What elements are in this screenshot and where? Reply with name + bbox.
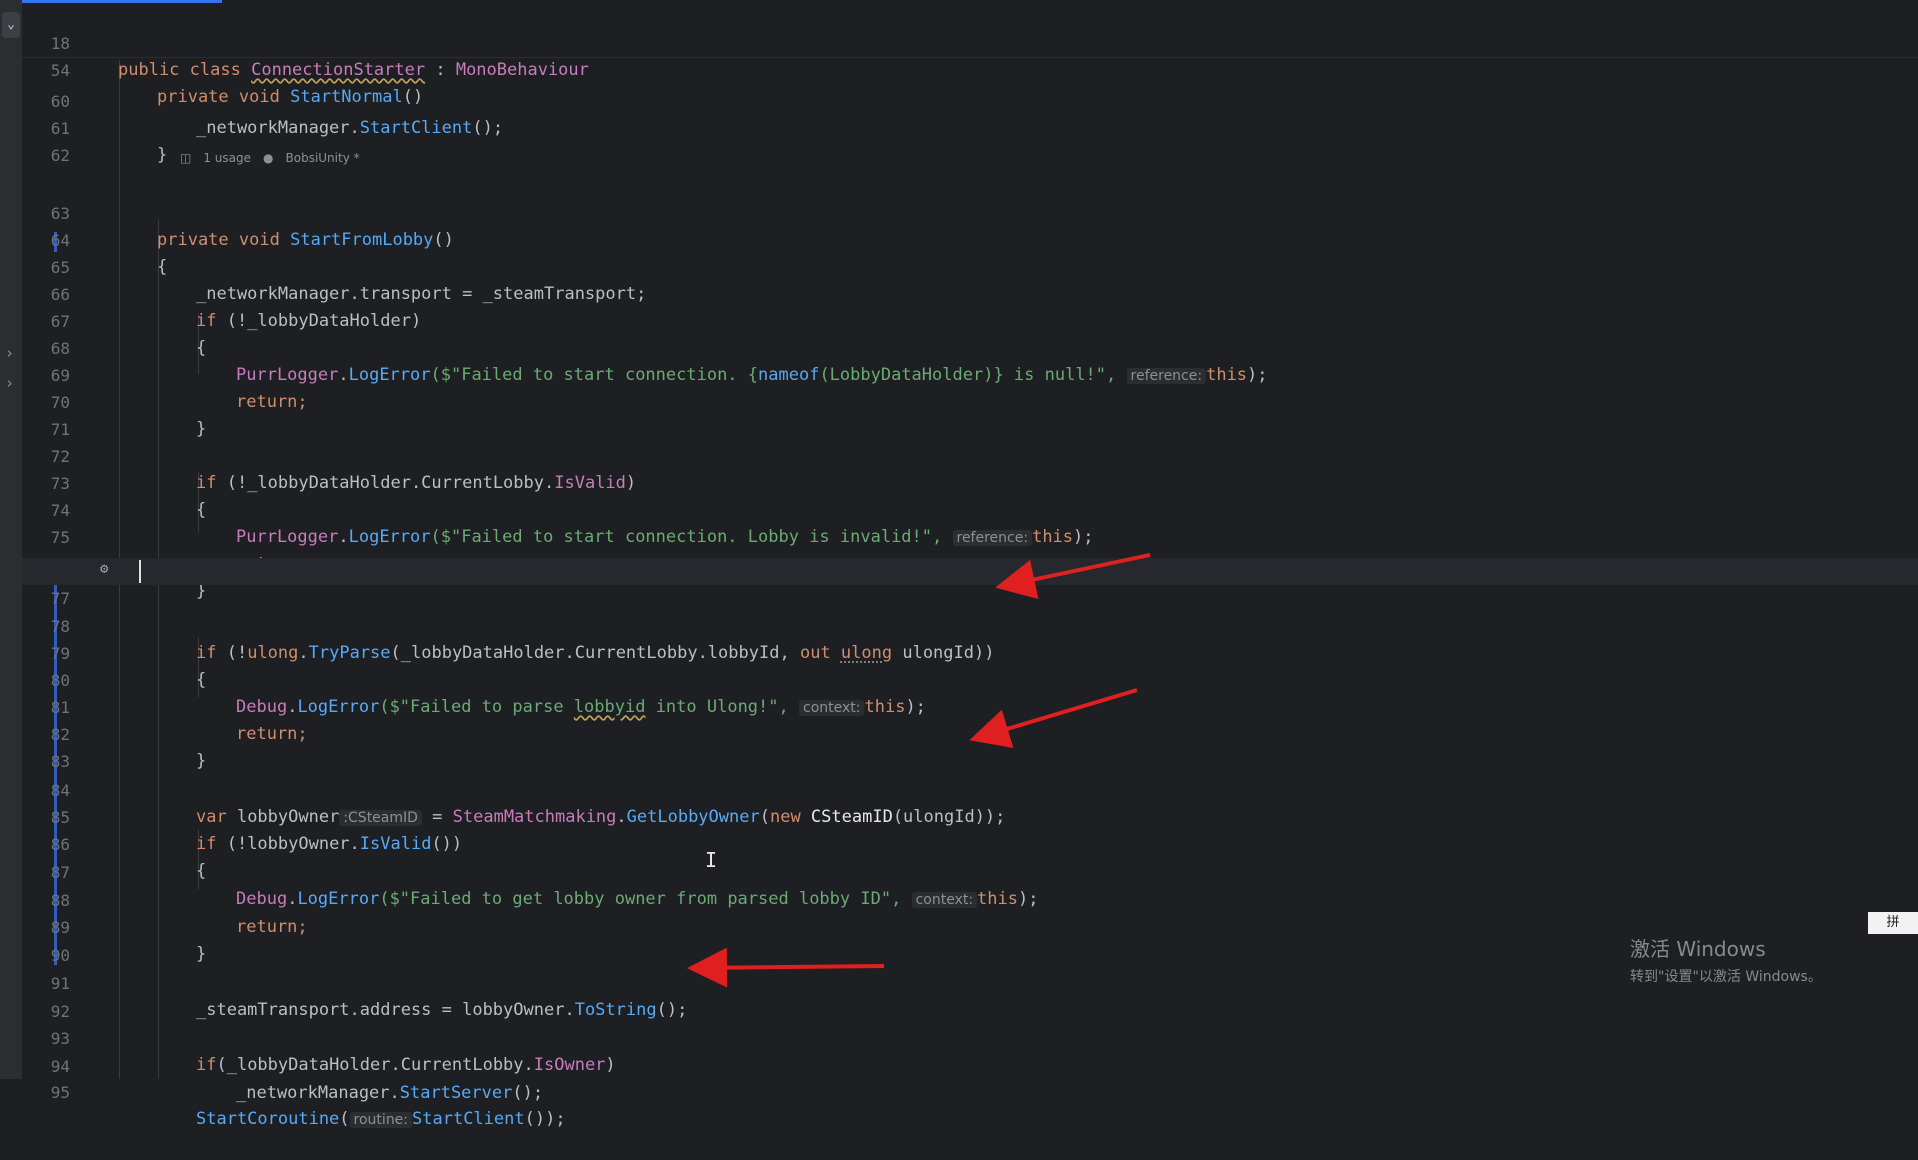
code-line[interactable]: 85 if (!lobbyOwner.IsValid()) — [22, 777, 1918, 854]
class-name[interactable]: ConnectionStarter — [251, 60, 425, 80]
code-line[interactable]: 79 { — [22, 613, 1918, 690]
code-line[interactable]: 66 if (!_lobbyDataHolder) — [22, 254, 1918, 331]
line-number: 62 — [50, 146, 70, 165]
code-line[interactable]: 82 } — [22, 694, 1918, 771]
code-line[interactable]: 93 if(_lobbyDataHolder.CurrentLobby.IsOw… — [22, 998, 1918, 1075]
code-line[interactable]: 54 private void StartNormal() — [22, 30, 1918, 107]
code-editor[interactable]: 18 public class ConnectionStarter : Mono… — [22, 0, 1918, 1129]
text-cursor-icon: I — [705, 848, 718, 872]
code-line[interactable]: 68 PurrLogger.LogError($"Failed to start… — [22, 308, 1918, 385]
code-text: } — [157, 145, 168, 165]
code-line[interactable]: 86 { — [22, 804, 1918, 881]
punctuation: () — [402, 87, 424, 107]
lightbulb-icon[interactable]: ⚙ — [100, 561, 108, 577]
code-text: ( — [339, 1109, 350, 1129]
line-number: 95 — [50, 1083, 70, 1102]
code-text: ()); — [524, 1109, 566, 1129]
code-line[interactable]: 84 var lobbyOwner:CSteamID = SteamMatchm… — [22, 750, 1918, 827]
code-line[interactable]: 64 { — [22, 200, 1918, 277]
code-line[interactable]: 83 — [22, 721, 1918, 771]
code-line[interactable]: 71 — [22, 389, 1918, 439]
keyword: public — [118, 60, 180, 80]
code-line[interactable]: 67 { — [22, 281, 1918, 358]
code-line-current[interactable]: 77 — [22, 558, 1918, 608]
method-call[interactable]: StartServer — [400, 1083, 513, 1103]
code-line[interactable]: 62 — [22, 115, 1918, 165]
code-line[interactable]: 81 return; — [22, 667, 1918, 744]
punctuation: : — [425, 60, 456, 80]
code-line[interactable]: 75 return; — [22, 497, 1918, 574]
sticky-scope-header[interactable]: 18 public class ConnectionStarter : Mono… — [22, 3, 1918, 107]
code-text: (); — [512, 1083, 544, 1103]
code-line[interactable]: 63 private void StartFromLobby() — [22, 173, 1918, 250]
method-call[interactable]: StartCoroutine — [196, 1109, 339, 1129]
code-line[interactable]: 74 PurrLogger.LogError($"Failed to start… — [22, 470, 1918, 547]
code-line[interactable]: 95 StartCoroutine(routine: StartClient())… — [22, 1052, 1918, 1129]
code-line[interactable]: 88 return; — [22, 860, 1918, 937]
left-tool-strip — [0, 0, 22, 1079]
windows-activation-watermark: 激活 Windows 转到"设置"以激活 Windows。 — [1630, 933, 1822, 986]
method-call[interactable]: StartClient — [412, 1109, 525, 1129]
code-line[interactable]: 76 } — [22, 524, 1918, 601]
watermark-subtitle: 转到"设置"以激活 Windows。 — [1630, 969, 1822, 985]
code-line[interactable]: 73 { — [22, 443, 1918, 520]
usage-icon: ◫ — [180, 151, 192, 165]
code-text: _networkManager. — [236, 1083, 400, 1103]
code-line[interactable]: 65 _networkManager.transport = _steamTra… — [22, 227, 1918, 304]
keyword: void — [238, 87, 280, 107]
usage-count[interactable]: 1 usage — [203, 151, 251, 165]
code-vision-hints[interactable]: ◫ 1 usage ● BobsiUnity * — [180, 148, 372, 168]
chevron-right-icon[interactable]: › — [5, 346, 14, 361]
author-icon: ● — [263, 151, 274, 165]
code-line[interactable]: 94 _networkManager.StartServer(); — [22, 1026, 1918, 1103]
parameter-hint: routine: — [349, 1112, 413, 1128]
code-line[interactable]: 89 } — [22, 887, 1918, 964]
code-line[interactable]: 87 Debug.LogError($"Failed to get lobby … — [22, 832, 1918, 909]
method-name[interactable]: StartNormal — [290, 87, 403, 107]
text-caret — [139, 560, 141, 583]
code-line[interactable]: 72 if (!_lobbyDataHolder.CurrentLobby.Is… — [22, 416, 1918, 493]
base-class-name[interactable]: MonoBehaviour — [456, 60, 589, 80]
line-number: 54 — [50, 61, 70, 80]
chevron-down-icon[interactable]: ⌄ — [2, 12, 20, 38]
code-line[interactable]: 18 public class ConnectionStarter : Mono… — [22, 3, 1918, 80]
author-name[interactable]: BobsiUnity * — [286, 151, 360, 165]
code-line[interactable]: 69 return; — [22, 335, 1918, 412]
ime-indicator[interactable]: 拼 — [1868, 912, 1918, 934]
keyword: class — [189, 60, 241, 80]
keyword: private — [157, 87, 229, 107]
chevron-right-icon[interactable]: › — [5, 376, 14, 391]
code-line[interactable]: 80 Debug.LogError($"Failed to parse lobb… — [22, 640, 1918, 717]
code-line[interactable]: 70 } — [22, 362, 1918, 439]
watermark-title: 激活 Windows — [1630, 937, 1766, 961]
code-line[interactable]: 78 if (!ulong.TryParse(_lobbyDataHolder.… — [22, 586, 1918, 663]
